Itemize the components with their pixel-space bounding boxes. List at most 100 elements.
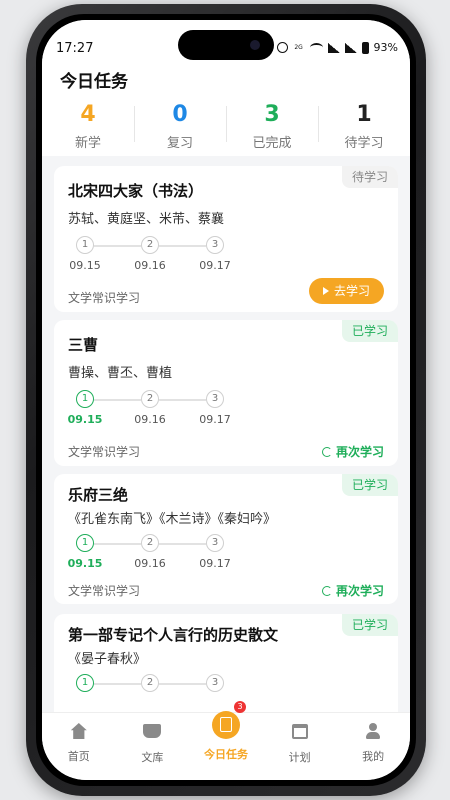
card-subtitle: 《孔雀东南飞》《木兰诗》《秦妇吟》 <box>68 512 277 527</box>
task-card[interactable]: 乐府三绝 已学习 《孔雀东南飞》《木兰诗》《秦妇吟》 1 2 3 09.15 0… <box>54 474 398 604</box>
task-card[interactable]: 北宋四大家（书法） 待学习 苏轼、黄庭坚、米芾、蔡襄 1 2 3 09.15 0… <box>54 166 398 312</box>
step-date: 09.17 <box>199 557 231 570</box>
progress-line <box>94 543 141 545</box>
step-date: 09.16 <box>134 259 166 272</box>
stat-review-value: 0 <box>172 102 188 127</box>
step-date: 09.15 <box>69 259 101 272</box>
battery-level: 93% <box>373 41 398 54</box>
stat-done[interactable]: 3 已完成 <box>226 100 318 151</box>
tab-me[interactable]: 我的 <box>336 713 410 780</box>
today-summary: 今日任务 4 新学 0 复习 3 已完成 1 待学习 <box>42 62 410 156</box>
step-node: 3 <box>206 236 224 254</box>
status-badge: 已学习 <box>341 474 398 496</box>
step-node: 3 <box>206 674 224 692</box>
step-node: 3 <box>206 390 224 408</box>
alarm-icon <box>276 42 288 53</box>
step-node: 1 <box>76 534 94 552</box>
card-title: 三曹 <box>68 336 99 354</box>
progress-line <box>94 683 141 685</box>
step-node: 2 <box>141 390 159 408</box>
status-bar: 17:27 2G 93% <box>42 20 410 62</box>
step-date: 09.17 <box>199 413 231 426</box>
task-card[interactable]: 三曹 已学习 曹操、曹丕、曹植 1 2 3 09.15 09.16 09.17 … <box>54 320 398 466</box>
home-icon <box>69 723 89 743</box>
stat-pending-value: 1 <box>356 102 372 127</box>
progress-line <box>159 683 206 685</box>
review-progress: 1 2 3 09.15 09.16 09.17 <box>69 236 246 274</box>
signal-icon-2 <box>344 42 357 53</box>
progress-line <box>94 245 141 247</box>
stat-pending-label: 待学习 <box>344 136 384 151</box>
tab-plan-label: 计划 <box>288 751 311 764</box>
stats-row: 4 新学 0 复习 3 已完成 1 待学习 <box>42 100 410 151</box>
step-node: 2 <box>141 674 159 692</box>
network-speed-label: 2G <box>294 43 303 51</box>
step-date: 09.15 <box>67 557 103 570</box>
page-title: 今日任务 <box>60 72 128 92</box>
step-node: 1 <box>76 236 94 254</box>
app-screen: 17:27 2G 93% 今日任务 4 新学 0 复习 3 已完成 1 待学习 … <box>42 20 410 780</box>
refresh-icon <box>321 446 332 457</box>
card-title: 第一部专记个人言行的历史散文 <box>68 626 279 644</box>
card-subtitle: 曹操、曹丕、曹植 <box>68 366 173 381</box>
study-again-button[interactable]: 再次学习 <box>321 443 384 460</box>
step-node: 1 <box>76 674 94 692</box>
play-icon <box>322 287 329 295</box>
tab-plan[interactable]: 计划 <box>263 713 337 780</box>
step-date: 09.16 <box>134 413 166 426</box>
tab-today-tasks-label: 今日任务 <box>203 748 248 761</box>
tab-home[interactable]: 首页 <box>42 713 116 780</box>
progress-line <box>159 543 206 545</box>
card-title: 乐府三绝 <box>68 486 129 504</box>
task-count-badge: 3 <box>233 701 246 713</box>
tab-today-tasks[interactable]: 3 今日任务 <box>189 701 263 780</box>
calendar-icon <box>290 724 310 744</box>
task-icon <box>211 711 240 741</box>
task-card[interactable]: 第一部专记个人言行的历史散文 已学习 《晏子春秋》 1 2 3 <box>54 614 398 712</box>
card-category: 文学常识学习 <box>68 584 141 598</box>
card-subtitle: 苏轼、黄庭坚、米芾、蔡襄 <box>68 212 225 227</box>
review-progress: 1 2 3 <box>76 674 246 712</box>
battery-icon <box>361 41 369 54</box>
status-time: 17:27 <box>56 41 94 56</box>
review-progress: 1 2 3 09.15 09.16 09.17 <box>68 534 246 572</box>
camera-icon <box>250 40 260 50</box>
review-progress: 1 2 3 09.15 09.16 09.17 <box>68 390 246 428</box>
stat-pending[interactable]: 1 待学习 <box>318 100 410 151</box>
start-study-button[interactable]: 去学习 <box>308 278 384 304</box>
status-badge: 待学习 <box>341 166 398 188</box>
step-date: 09.15 <box>67 413 103 426</box>
tab-library-label: 文库 <box>141 751 164 764</box>
dynamic-island <box>178 30 274 60</box>
stat-done-label: 已完成 <box>252 136 292 151</box>
card-category: 文学常识学习 <box>68 291 141 305</box>
tab-library[interactable]: 文库 <box>116 713 190 780</box>
card-subtitle: 《晏子春秋》 <box>68 652 147 667</box>
status-badge: 已学习 <box>341 614 398 636</box>
start-study-label: 去学习 <box>333 284 370 298</box>
card-title: 北宋四大家（书法） <box>68 182 204 200</box>
step-node: 2 <box>141 236 159 254</box>
stat-new-value: 4 <box>80 102 96 127</box>
bottom-tab-bar: 首页 文库 3 今日任务 计划 我的 <box>42 701 410 780</box>
card-category: 文学常识学习 <box>68 445 141 459</box>
stat-review[interactable]: 0 复习 <box>134 100 226 151</box>
status-badge: 已学习 <box>341 320 398 342</box>
stat-done-value: 3 <box>264 102 280 127</box>
wifi-icon <box>309 43 323 52</box>
step-node: 2 <box>141 534 159 552</box>
progress-line <box>159 399 206 401</box>
tab-me-label: 我的 <box>362 750 385 763</box>
step-node: 3 <box>206 534 224 552</box>
tab-home-label: 首页 <box>67 750 90 763</box>
main-content[interactable]: 今日任务 4 新学 0 复习 3 已完成 1 待学习 北宋四大家（书法） 待学习… <box>42 62 410 712</box>
study-again-label: 再次学习 <box>335 445 384 459</box>
stat-new[interactable]: 4 新学 <box>42 100 134 151</box>
progress-line <box>94 399 141 401</box>
signal-icon <box>327 42 340 53</box>
study-again-button[interactable]: 再次学习 <box>321 582 384 599</box>
status-icons: 2G 93% <box>276 41 398 54</box>
stat-review-label: 复习 <box>166 136 193 151</box>
progress-line <box>159 245 206 247</box>
step-node: 1 <box>76 390 94 408</box>
